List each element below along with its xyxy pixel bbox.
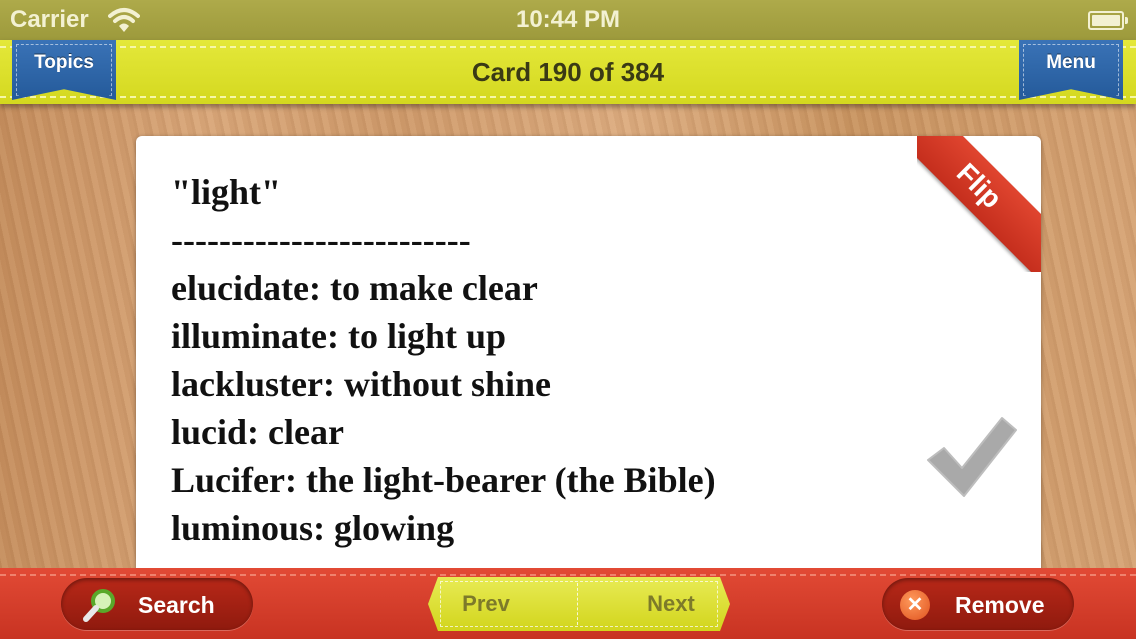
stitch-line: [0, 46, 1136, 48]
menu-button[interactable]: Menu: [1019, 40, 1123, 100]
card-line: -------------------------: [171, 220, 471, 260]
stitch-line: [0, 574, 1136, 576]
card-line: elucidate: to make clear: [171, 268, 538, 308]
stitch-line: [0, 96, 1136, 98]
menu-label: Menu: [1046, 52, 1096, 73]
magnifier-icon: [83, 589, 115, 622]
card-line: lackluster: without shine: [171, 364, 552, 404]
clock: 10:44 PM: [515, 6, 621, 33]
topics-label: Topics: [34, 52, 94, 73]
card-line: illuminate: to light up: [171, 316, 507, 356]
flashcard[interactable]: "light" ------------------------- elucid…: [136, 136, 1041, 576]
topics-button[interactable]: Topics: [12, 40, 116, 100]
card-counter: Card 190 of 384: [471, 57, 665, 87]
flip-label: Flip: [917, 136, 1041, 272]
remove-label: Remove: [955, 592, 1045, 618]
status-bar: Carrier 10:44 PM: [0, 0, 1136, 40]
search-label: Search: [138, 592, 215, 618]
card-line: "light": [171, 172, 281, 212]
card-line: luminous: glowing: [171, 508, 455, 548]
card-line: lucid: clear: [171, 412, 344, 452]
header-bar: Card 190 of 384 Topics Menu: [0, 40, 1136, 104]
bottom-toolbar: Search Prev Next ✕ Remove: [0, 568, 1136, 639]
battery-icon: [1088, 11, 1128, 30]
remove-button[interactable]: ✕ Remove: [882, 578, 1074, 630]
search-button[interactable]: Search: [61, 578, 253, 630]
checkmark-icon[interactable]: [922, 412, 1022, 502]
next-button[interactable]: Next: [578, 577, 728, 631]
card-content: "light" ------------------------- elucid…: [171, 168, 871, 552]
card-line: Lucifer: the light-bearer (the Bible): [171, 460, 716, 500]
prev-button[interactable]: Prev: [428, 577, 578, 631]
flip-button[interactable]: Flip: [917, 136, 1041, 272]
prev-next-group: Prev Next: [428, 577, 730, 631]
x-circle-icon: ✕: [900, 590, 930, 620]
